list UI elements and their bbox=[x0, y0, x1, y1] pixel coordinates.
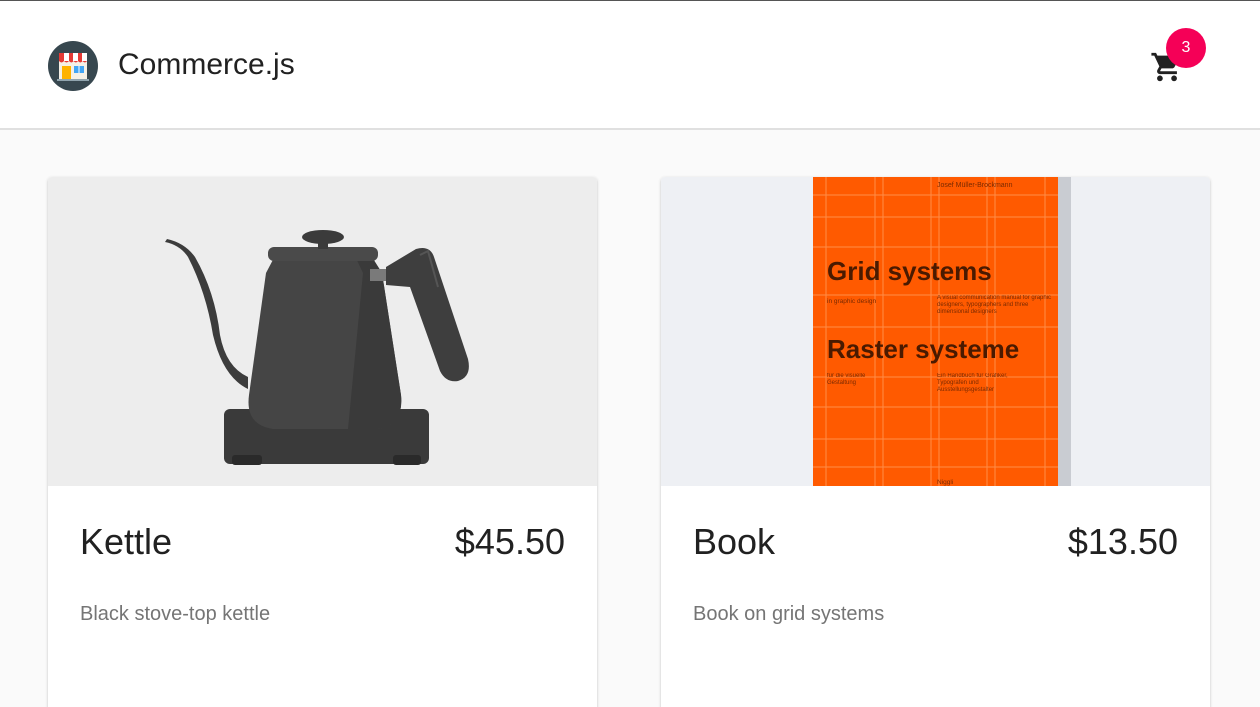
book-blurb-de-text: Ein Handbuch für Grafiker, Typografen un… bbox=[937, 373, 1008, 393]
book-blurb-en-text: A visual communication manual for graphi… bbox=[937, 295, 1052, 315]
cart-count-badge: 3 bbox=[1166, 28, 1206, 68]
storefront-icon[interactable] bbox=[48, 41, 98, 91]
book-blurb-en: A visual communication manual for graphi… bbox=[937, 295, 1052, 315]
product-description: Black stove-top kettle bbox=[80, 603, 271, 625]
app-bar: Commerce.js 3 bbox=[0, 0, 1260, 130]
book-title-en-text: Grid systems bbox=[827, 256, 992, 286]
book-subtitle-en-text: in graphic design bbox=[827, 298, 877, 305]
book-publisher-text: Niggli bbox=[937, 479, 953, 486]
book-subtitle-de-text: für die visuelle Gestaltung bbox=[827, 373, 866, 386]
book-blurb-de: Ein Handbuch für Grafiker, Typografen un… bbox=[937, 373, 1008, 393]
book-cover-image: Josef Müller-Brockmann Grid systems in g… bbox=[661, 177, 1210, 486]
product-card-book[interactable]: Josef Müller-Brockmann Grid systems in g… bbox=[661, 177, 1210, 707]
app-title: Commerce.js bbox=[118, 48, 295, 81]
product-name: Book bbox=[693, 521, 776, 562]
book-subtitle-de: für die visuelle Gestaltung bbox=[827, 373, 866, 386]
product-description: Book on grid systems bbox=[693, 603, 885, 625]
book-title-de-text: Raster systeme bbox=[827, 334, 1019, 364]
product-price: $13.50 bbox=[1067, 521, 1178, 562]
product-card-kettle[interactable]: Kettle $45.50 Black stove-top kettle bbox=[48, 177, 597, 707]
book-author-text: Josef Müller-Brockmann bbox=[937, 182, 1013, 189]
product-price: $45.50 bbox=[454, 521, 565, 562]
product-name: Kettle bbox=[80, 521, 173, 562]
kettle-image bbox=[48, 177, 597, 486]
